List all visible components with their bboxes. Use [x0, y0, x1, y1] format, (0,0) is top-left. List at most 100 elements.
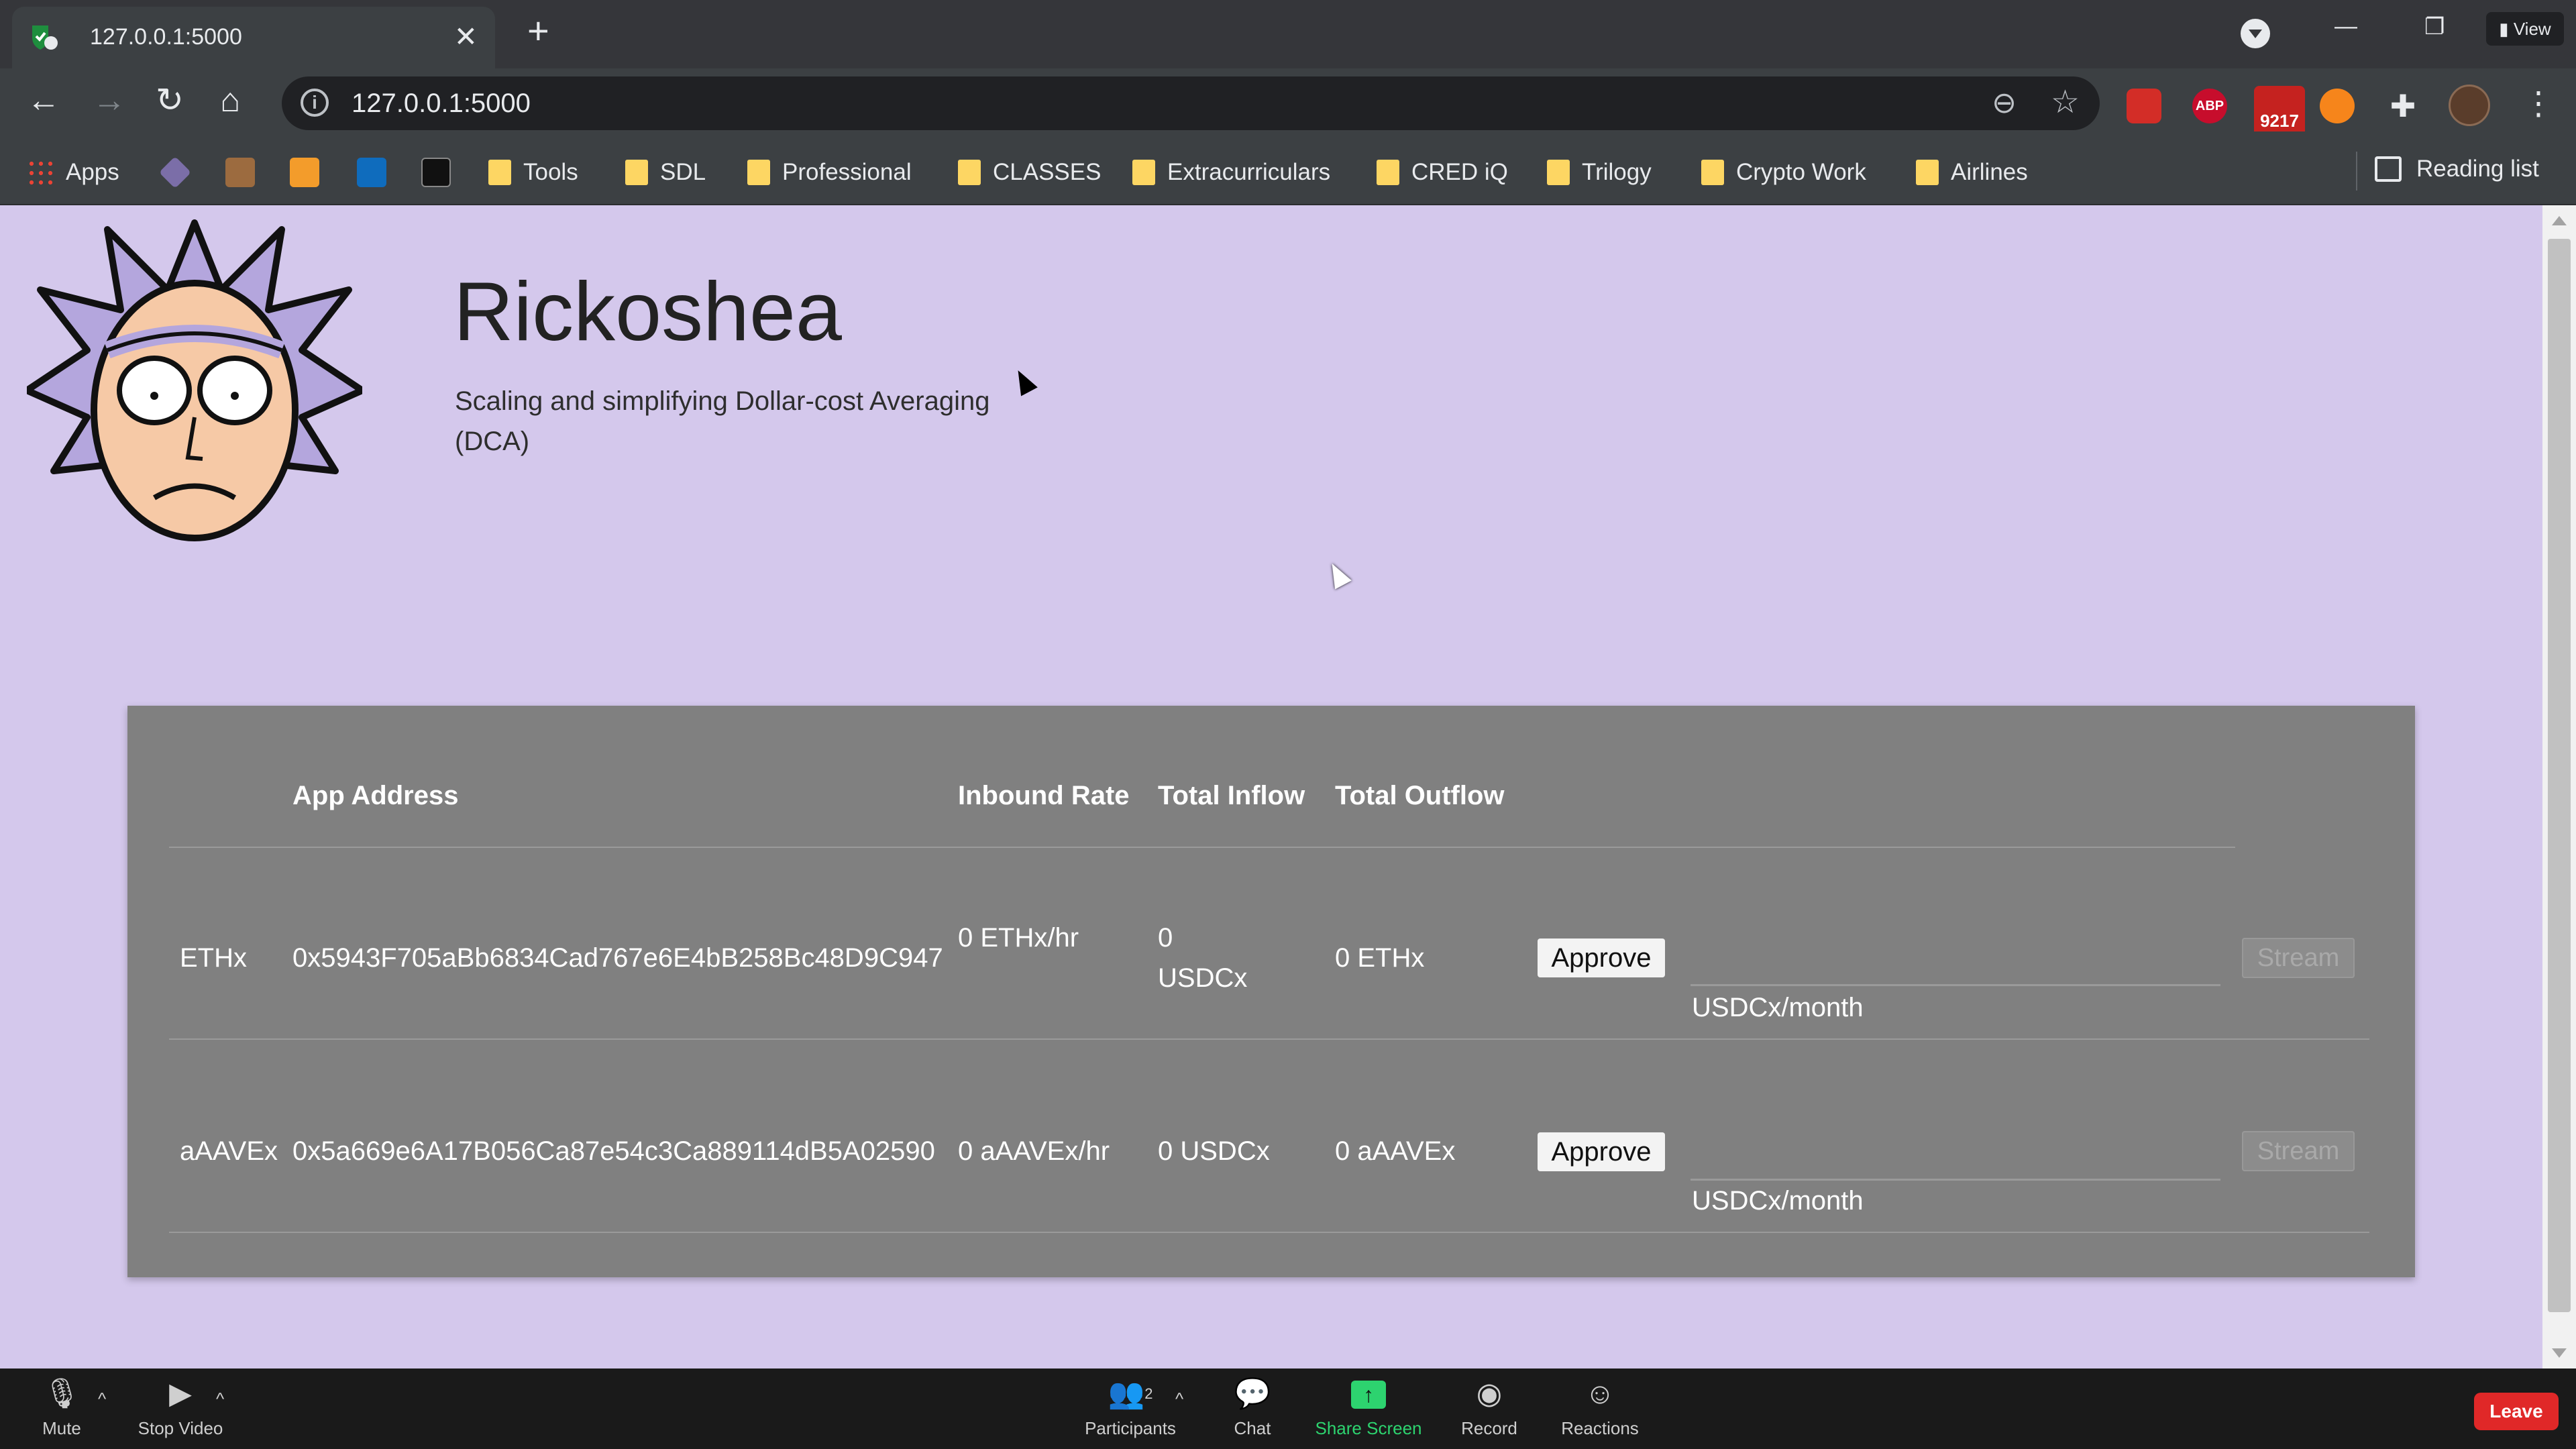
scrollbar-thumb[interactable]	[2548, 239, 2571, 1312]
page-content: Rickoshea Scaling and simplifying Dollar…	[0, 205, 2542, 1368]
reading-list-label: Reading list	[2416, 156, 2539, 182]
bookmark-folder-crypto-work[interactable]: Crypto Work	[1701, 156, 1866, 189]
row-total-inflow: 0 USDCx	[1158, 923, 1248, 993]
header-inbound-rate: Inbound Rate	[958, 781, 1130, 810]
profile-avatar[interactable]	[2449, 85, 2490, 126]
bookmark-folder-professional[interactable]: Professional	[747, 156, 912, 189]
back-arrow-icon[interactable]: ←	[27, 83, 60, 117]
minimize-icon[interactable]: —	[2334, 13, 2357, 40]
lastpass-extension-icon[interactable]	[2127, 89, 2161, 123]
url-text[interactable]: 127.0.0.1:5000	[352, 89, 531, 119]
bookmark-folder-airlines[interactable]: Airlines	[1916, 156, 2028, 189]
bookmark-shortcut-2[interactable]	[225, 156, 255, 189]
participants-icon: 👥2	[1108, 1377, 1153, 1410]
rate-input[interactable]	[1690, 1143, 2220, 1181]
extensions-puzzle-icon[interactable]: ✚	[2385, 89, 2420, 123]
bookmark-star-icon[interactable]: ☆	[2051, 83, 2080, 121]
reload-icon[interactable]: ↻	[156, 83, 184, 117]
restore-icon[interactable]: ❐	[2424, 13, 2445, 40]
share-screen-button[interactable]: ↑ Share Screen	[1315, 1377, 1422, 1439]
apps-grid-icon	[27, 159, 54, 186]
chrome-menu-icon[interactable]: ⋮	[2522, 85, 2555, 122]
forward-arrow-icon[interactable]: →	[93, 83, 126, 117]
bookmark-label: Professional	[782, 159, 912, 185]
adblock-plus-extension-icon[interactable]: ABP	[2192, 89, 2227, 123]
scroll-down-arrow-icon[interactable]	[2552, 1348, 2567, 1358]
dca-table-panel: App Address Inbound Rate Total Inflow To…	[127, 706, 2415, 1277]
approve-button[interactable]: Approve	[1538, 938, 1665, 977]
site-info-icon[interactable]: i	[301, 89, 329, 117]
bookmark-folder-extracurriculars[interactable]: Extracurriculars	[1132, 156, 1330, 189]
tab-search-icon[interactable]	[2241, 19, 2270, 48]
stream-button[interactable]: Stream	[2242, 938, 2355, 978]
stream-button[interactable]: Stream	[2242, 1131, 2355, 1171]
address-bar[interactable]: i 127.0.0.1:5000 ⊖ ☆	[282, 76, 2100, 130]
bookmark-folder-sdl[interactable]: SDL	[625, 156, 706, 189]
view-button[interactable]: ▮ View	[2486, 12, 2564, 46]
approve-button[interactable]: Approve	[1538, 1132, 1665, 1171]
new-tab-button[interactable]: +	[527, 12, 549, 50]
browser-toolbar: ← → ↻ ⌂ i 127.0.0.1:5000 ⊖ ☆ ABP 9217 ✚ …	[0, 68, 2576, 140]
row-inbound-rate: 0 ETHx/hr	[958, 923, 1079, 953]
smiley-icon: ☺	[1585, 1377, 1615, 1410]
stop-video-button[interactable]: ▶ Stop Video	[131, 1377, 229, 1439]
record-label: Record	[1461, 1418, 1517, 1438]
bookmark-label: CLASSES	[993, 159, 1102, 185]
participants-options-caret-icon[interactable]: ^	[1175, 1389, 1183, 1409]
chat-button[interactable]: 💬 Chat	[1222, 1377, 1283, 1439]
mail-extension-icon[interactable]: 9217	[2254, 86, 2305, 131]
row-total-outflow: 0 aAAVEx	[1335, 1136, 1456, 1166]
rate-input[interactable]	[1690, 949, 2220, 986]
page-title: Rickoshea	[453, 266, 842, 358]
participants-label: Participants	[1085, 1418, 1176, 1438]
scroll-up-arrow-icon[interactable]	[2552, 216, 2567, 225]
reading-list-button[interactable]: Reading list	[2375, 156, 2539, 182]
reactions-button[interactable]: ☺ Reactions	[1556, 1377, 1644, 1439]
shield-favicon-icon	[32, 25, 58, 50]
mouse-cursor-icon	[1324, 559, 1352, 590]
rate-unit-label: USDCx/month	[1692, 1186, 1864, 1216]
mute-options-caret-icon[interactable]: ^	[98, 1389, 106, 1409]
bookmark-apps[interactable]: Apps	[27, 156, 119, 189]
participants-count: 2	[1144, 1385, 1153, 1402]
mute-label: Mute	[42, 1418, 81, 1438]
header-divider	[169, 847, 2235, 848]
bookmark-shortcut-5[interactable]	[421, 156, 451, 189]
bookmark-shortcut-3[interactable]	[290, 156, 319, 189]
zoom-magnifier-icon[interactable]: ⊖	[1992, 86, 2017, 120]
bookmark-shortcut-4[interactable]	[357, 156, 386, 189]
tab-close-icon[interactable]: ✕	[454, 20, 478, 53]
header-total-outflow: Total Outflow	[1335, 781, 1505, 810]
record-button[interactable]: ◉ Record	[1456, 1377, 1523, 1439]
bookmark-folder-classes[interactable]: CLASSES	[958, 156, 1101, 189]
view-label: View	[2513, 19, 2551, 39]
row-token: ETHx	[180, 943, 247, 973]
folder-icon	[958, 160, 981, 185]
bookmark-shortcut-1[interactable]	[158, 156, 192, 189]
tab-strip: 127.0.0.1:5000 ✕ + — ❐ ▮ View	[0, 0, 2576, 68]
row-token: aAAVEx	[180, 1136, 278, 1166]
zoom-meeting-controls: 🎙 Mute ^ ▶ Stop Video ^ 👥2 Participants …	[0, 1368, 2576, 1449]
bookmark-separator	[2356, 152, 2357, 191]
row-inbound-rate: 0 aAAVEx/hr	[958, 1136, 1110, 1166]
folder-icon	[1547, 160, 1570, 185]
video-options-caret-icon[interactable]: ^	[216, 1389, 224, 1409]
participants-button[interactable]: 👥2 Participants	[1073, 1377, 1187, 1439]
page-scrollbar[interactable]	[2542, 205, 2576, 1368]
figure-icon	[225, 158, 255, 187]
home-icon[interactable]: ⌂	[220, 83, 240, 117]
bookmark-folder-tools[interactable]: Tools	[488, 156, 578, 189]
leave-meeting-button[interactable]: Leave	[2474, 1393, 2559, 1430]
folder-icon	[1377, 160, 1399, 185]
row-divider	[169, 1232, 2369, 1233]
folder-icon	[488, 160, 511, 185]
reading-list-icon	[2375, 156, 2402, 182]
bookmark-folder-cred-iq[interactable]: CRED iQ	[1377, 156, 1508, 189]
row-total-outflow: 0 ETHx	[1335, 943, 1425, 973]
bookmark-label: Extracurriculars	[1167, 159, 1331, 185]
bookmark-folder-trilogy[interactable]: Trilogy	[1547, 156, 1652, 189]
metamask-extension-icon[interactable]	[2320, 89, 2355, 123]
mute-button[interactable]: 🎙 Mute	[30, 1377, 94, 1439]
reactions-label: Reactions	[1561, 1418, 1639, 1438]
browser-tab[interactable]: 127.0.0.1:5000 ✕	[12, 7, 495, 68]
